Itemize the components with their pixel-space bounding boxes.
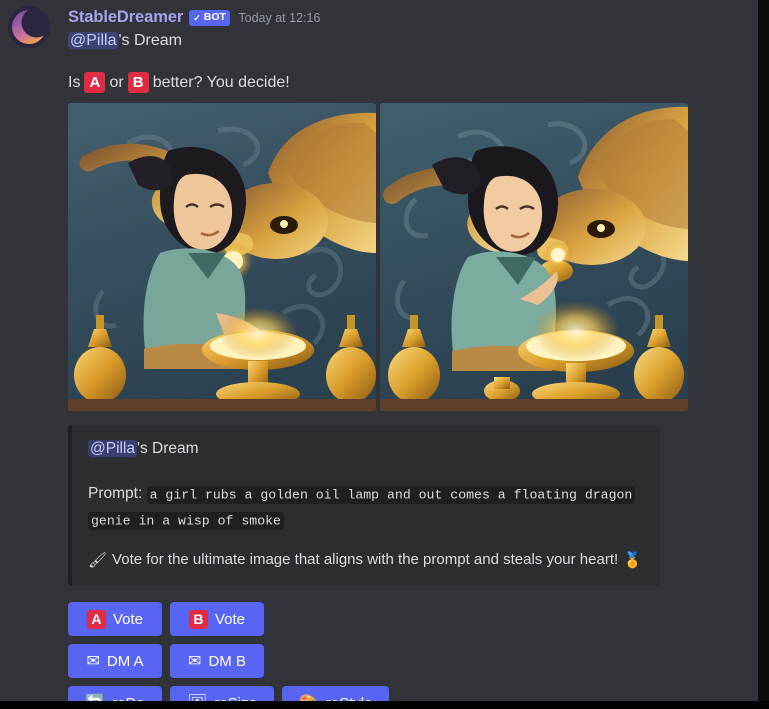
embed-content: @Pilla's Dream Prompt: a girl rubs a gol…: [72, 425, 660, 586]
badge-a-icon: A: [86, 609, 106, 629]
message-title-suffix: 's Dream: [118, 32, 182, 49]
message-header: StableDreamer ✓ BOT Today at 12:16: [68, 6, 749, 28]
embed-prompt-row: Prompt: a girl rubs a golden oil lamp an…: [88, 481, 644, 534]
embed-title-suffix: 's Dream: [137, 440, 199, 458]
avatar[interactable]: [8, 6, 50, 48]
vote-a-label: Vote: [112, 611, 144, 629]
dm-b-button[interactable]: ✉ DM B: [170, 644, 264, 679]
dm-a-label: DM A: [106, 653, 144, 671]
badge-a-icon: A: [84, 71, 106, 93]
user-mention[interactable]: @Pilla: [68, 32, 119, 49]
message-body: StableDreamer ✓ BOT Today at 12:16 @Pill…: [68, 6, 769, 709]
question-suffix: better? You decide!: [152, 73, 290, 91]
action-row-dm: ✉ DM A ✉ DM B: [68, 644, 749, 679]
embed-title: @Pilla's Dream: [88, 439, 644, 459]
medal-emoji: 🏅: [623, 550, 642, 569]
message-timestamp: Today at 12:16: [238, 11, 321, 26]
bottom-edge-gutter: [0, 701, 769, 709]
bot-message: StableDreamer ✓ BOT Today at 12:16 @Pill…: [0, 0, 769, 709]
badge-b-icon: B: [127, 71, 149, 93]
vote-b-button[interactable]: B Vote: [170, 602, 264, 637]
vote-a-button[interactable]: A Vote: [68, 602, 162, 637]
vote-b-label: Vote: [214, 611, 246, 629]
prompt-text: a girl rubs a golden oil lamp and out co…: [88, 485, 636, 531]
bot-username[interactable]: StableDreamer: [68, 7, 183, 28]
envelope-icon: ✉: [86, 651, 100, 671]
discord-message-view: StableDreamer ✓ BOT Today at 12:16 @Pill…: [0, 0, 769, 709]
embed-vote-line: 🖌 Vote for the ultimate image that align…: [88, 550, 644, 570]
question-prefix: Is: [68, 73, 81, 91]
rich-embed: @Pilla's Dream Prompt: a girl rubs a gol…: [68, 425, 660, 587]
prompt-label: Prompt:: [88, 485, 143, 503]
message-title-line: @Pilla's Dream: [68, 30, 749, 52]
paintbrush-emoji: 🖌: [88, 550, 108, 569]
badge-b-icon: B: [188, 609, 208, 629]
dm-a-button[interactable]: ✉ DM A: [68, 644, 162, 679]
embed-user-mention[interactable]: @Pilla: [88, 440, 138, 458]
verified-check-icon: ✓: [193, 12, 201, 23]
image-option-a[interactable]: [68, 103, 376, 412]
action-row-vote: A Vote B Vote: [68, 602, 749, 637]
bot-badge-label: BOT: [203, 11, 226, 24]
right-edge-gutter: [758, 0, 769, 709]
envelope-icon: ✉: [188, 651, 202, 671]
dm-b-label: DM B: [208, 653, 246, 671]
attachment-gallery: [68, 103, 688, 412]
bot-badge: ✓ BOT: [189, 9, 231, 27]
action-rows: A Vote B Vote ✉ DM A ✉ DM B: [68, 602, 749, 709]
question-line: Is A or B better? You decide!: [68, 71, 749, 94]
vote-line-text: Vote for the ultimate image that aligns …: [112, 551, 619, 569]
image-option-b[interactable]: [380, 103, 688, 412]
question-conjunction: or: [109, 73, 124, 91]
